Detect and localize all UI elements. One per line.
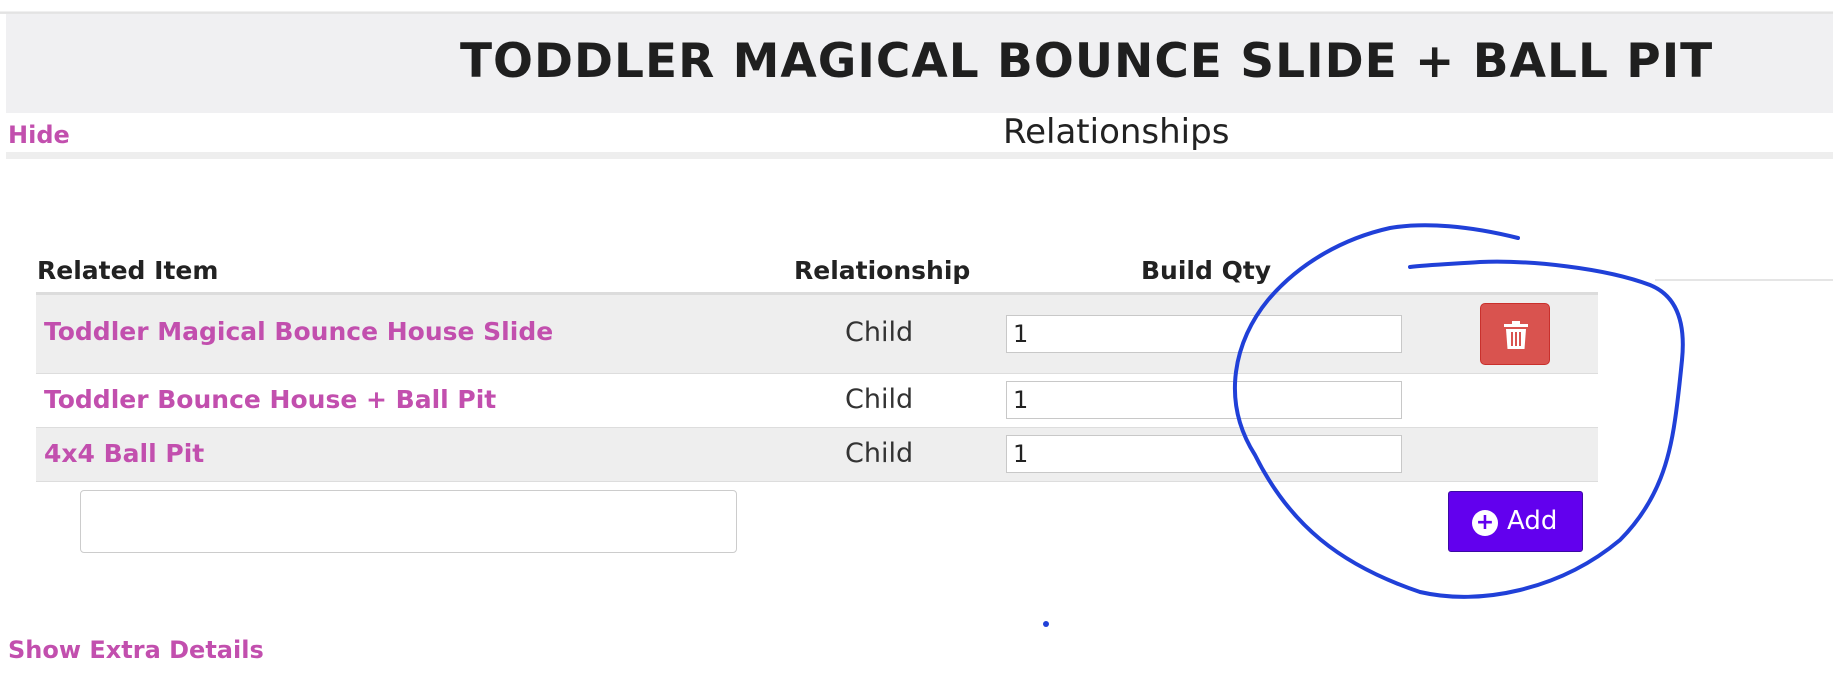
plus-circle-icon: + — [1472, 510, 1498, 536]
column-header-build-qty: Build Qty — [1141, 256, 1272, 285]
top-border — [0, 0, 1833, 14]
relationship-cell: Child — [845, 384, 914, 415]
add-button[interactable]: + Add — [1448, 491, 1583, 552]
table-row: 4x4 Ball Pit Child — [36, 428, 1598, 482]
relationship-cell: Child — [845, 317, 914, 348]
section-divider — [6, 152, 1833, 159]
build-qty-input[interactable] — [1006, 381, 1402, 419]
section-title: Relationships — [1003, 112, 1230, 152]
table-row: Toddler Magical Bounce House Slide Child — [36, 295, 1598, 374]
related-item-link[interactable]: 4x4 Ball Pit — [44, 439, 204, 468]
related-item-link[interactable]: Toddler Magical Bounce House Slide — [44, 317, 553, 346]
show-extra-details-link[interactable]: Show Extra Details — [8, 636, 264, 664]
delete-button[interactable] — [1480, 303, 1550, 365]
divider-line — [1655, 279, 1833, 281]
column-header-related-item: Related Item — [37, 256, 219, 285]
relationship-cell: Child — [845, 438, 914, 469]
new-related-item-input[interactable] — [80, 490, 737, 553]
column-header-relationship: Relationship — [794, 256, 971, 285]
table-row: Toddler Bounce House + Ball Pit Child — [36, 374, 1598, 428]
trash-icon — [1504, 321, 1528, 349]
hide-toggle-link[interactable]: Hide — [8, 121, 70, 149]
page-title: TODDLER MAGICAL BOUNCE SLIDE + BALL PIT — [460, 34, 1714, 89]
build-qty-input[interactable] — [1006, 435, 1402, 473]
related-item-link[interactable]: Toddler Bounce House + Ball Pit — [44, 385, 496, 414]
build-qty-input[interactable] — [1006, 315, 1402, 353]
annotation-dot — [1043, 621, 1049, 627]
add-button-label: Add — [1507, 506, 1558, 536]
